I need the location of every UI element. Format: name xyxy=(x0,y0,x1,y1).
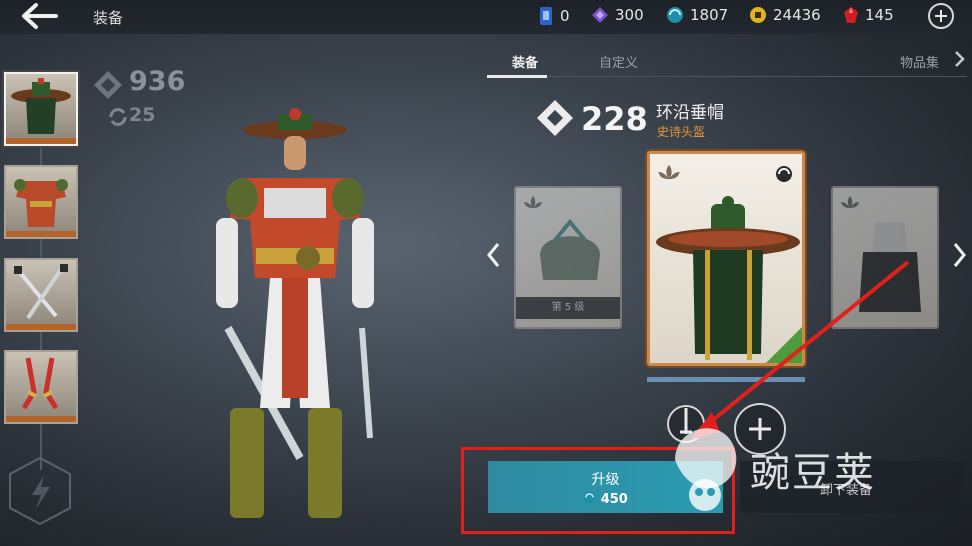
ruby-icon xyxy=(844,7,858,23)
chevron-right-icon[interactable] xyxy=(953,50,965,68)
item-card-next[interactable] xyxy=(831,186,939,329)
watermark-text: 豌豆荚 xyxy=(750,450,876,496)
upgrade-cost-value: 450 xyxy=(600,492,628,507)
tab-bar: 装备 自定义 物品集 xyxy=(487,46,967,78)
chevron-left-icon[interactable] xyxy=(483,240,505,270)
tab-equipment[interactable]: 装备 xyxy=(512,52,538,71)
slot-helmet[interactable] xyxy=(4,72,78,146)
purple-crystal-icon xyxy=(592,7,608,23)
sword-upgrade-icon[interactable] xyxy=(666,398,706,450)
currency-phone-gem[interactable]: 0 xyxy=(538,6,570,26)
tab-active-indicator xyxy=(487,75,547,78)
teal-orb-icon xyxy=(583,491,596,504)
selected-card-indicator xyxy=(647,377,805,382)
card-level-label: 第 5 级 xyxy=(516,297,620,319)
back-button[interactable] xyxy=(20,2,60,30)
back-arrow-icon xyxy=(22,3,58,29)
upgrade-label: 升级 xyxy=(591,472,620,488)
refresh-value: 25 xyxy=(129,104,156,126)
currency-value: 300 xyxy=(615,6,644,24)
slot-rarity-bar xyxy=(6,138,76,144)
locked-slot-icon xyxy=(9,456,71,526)
currency-value: 145 xyxy=(865,6,894,24)
refresh-icon xyxy=(109,108,127,126)
chevron-right-icon[interactable] xyxy=(948,240,970,270)
tab-customize[interactable]: 自定义 xyxy=(599,52,638,71)
item-card-previous[interactable]: 第 5 级 xyxy=(514,186,622,329)
swords-thumbnail-icon xyxy=(14,264,68,320)
hero-character xyxy=(216,108,374,518)
equipped-check-icon xyxy=(766,327,802,363)
total-power-value: 936 xyxy=(129,66,186,97)
teal-orb-icon xyxy=(667,7,683,23)
tab-divider xyxy=(487,76,967,77)
item-card-selected[interactable] xyxy=(647,151,805,366)
item-power-value: 228 xyxy=(581,100,648,138)
slot-rarity-bar xyxy=(6,416,76,422)
upgrade-button[interactable]: 升级 450 xyxy=(488,461,723,513)
helmet-thumbnail-icon xyxy=(11,78,71,134)
armor-thumbnail-icon xyxy=(14,179,68,227)
item-name: 环沿垂帽 xyxy=(656,103,724,123)
phone-gem-icon xyxy=(540,7,552,25)
currency-value: 24436 xyxy=(773,6,821,24)
currency-teal-orb[interactable]: 1807 xyxy=(666,6,728,24)
swirl-icon xyxy=(776,166,792,182)
top-bar: 装备 0 300 1807 24436 145 xyxy=(0,0,972,34)
page-title: 装备 xyxy=(93,9,124,27)
lotus-icon xyxy=(658,164,680,180)
slot-rarity-bar xyxy=(6,324,76,330)
slot-ranged[interactable] xyxy=(4,350,78,424)
item-rarity: 史诗头盔 xyxy=(657,125,706,139)
slot-rarity-bar xyxy=(6,231,76,237)
currency-ruby[interactable]: 145 xyxy=(843,6,894,24)
upgrade-cost: 450 xyxy=(488,491,723,507)
add-currency-button[interactable] xyxy=(928,3,954,29)
crown-helmet-icon xyxy=(540,218,600,280)
currency-purple-crystal[interactable]: 300 xyxy=(591,6,644,24)
currency-value: 0 xyxy=(560,7,570,25)
hood-helmet-icon xyxy=(859,222,921,312)
lotus-icon xyxy=(524,196,542,208)
kunai-thumbnail-icon xyxy=(21,357,59,410)
slot-armor[interactable] xyxy=(4,165,78,239)
currency-gold-coin[interactable]: 24436 xyxy=(749,6,821,24)
item-power-diamond-icon xyxy=(537,100,573,136)
power-diamond-icon xyxy=(94,71,122,99)
tab-item-sets[interactable]: 物品集 xyxy=(900,52,939,71)
slot-weapons[interactable] xyxy=(4,258,78,332)
gold-coin-icon xyxy=(750,7,766,23)
lotus-icon xyxy=(841,196,859,208)
currency-value: 1807 xyxy=(690,6,729,24)
